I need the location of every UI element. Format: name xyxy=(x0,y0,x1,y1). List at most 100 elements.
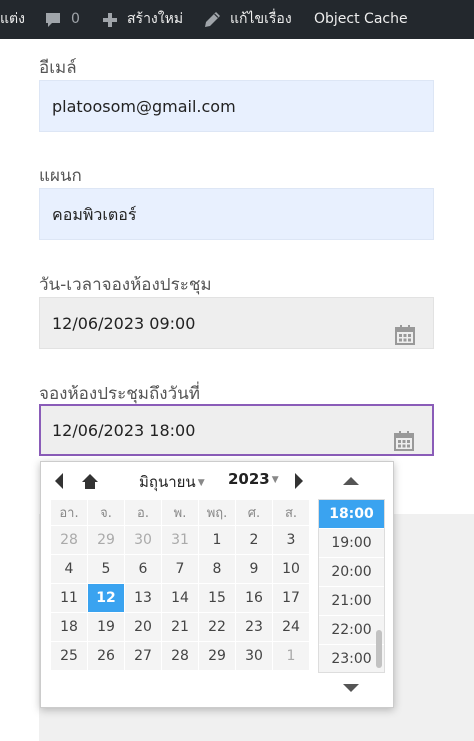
calendar-day[interactable]: 28 xyxy=(161,641,199,671)
calendar-day[interactable]: 30 xyxy=(235,641,273,671)
time-list[interactable]: 18:00 19:00 20:00 21:00 22:00 23:00 xyxy=(318,499,385,673)
calendar-day[interactable]: 19 xyxy=(87,612,125,642)
calendar-day[interactable]: 1 xyxy=(198,525,236,555)
calendar-day[interactable]: 7 xyxy=(161,554,199,584)
end-datetime-label: จองห้องประชุมถึงวันที่ xyxy=(39,384,200,404)
chevron-left-icon xyxy=(55,473,63,489)
calendar-day[interactable]: 24 xyxy=(272,612,310,642)
time-option[interactable]: 22:00 xyxy=(319,616,384,645)
new-content-menu[interactable]: สร้างใหม่ xyxy=(102,0,183,39)
time-scrollbar[interactable] xyxy=(376,630,382,668)
time-option[interactable]: 21:00 xyxy=(319,587,384,616)
calendar-day[interactable]: 26 xyxy=(87,641,125,671)
start-datetime-field[interactable]: 12/06/2023 09:00 xyxy=(39,297,434,349)
customize-menu[interactable]: แต่ง xyxy=(0,0,25,39)
department-value: คอมพิวเตอร์ xyxy=(52,205,137,224)
calendar-day-selected[interactable]: 12 xyxy=(87,583,125,613)
calendar-day[interactable]: 4 xyxy=(50,554,88,584)
calendar-day[interactable]: 2 xyxy=(235,525,273,555)
calendar-day[interactable]: 27 xyxy=(124,641,162,671)
time-option-selected[interactable]: 18:00 xyxy=(319,500,384,529)
edit-post-menu[interactable]: แก้ไขเรื่อง xyxy=(204,0,292,39)
calendar-day[interactable]: 22 xyxy=(198,612,236,642)
calendar-day[interactable]: 6 xyxy=(124,554,162,584)
weekday-header: พ. xyxy=(161,499,199,526)
calendar-day[interactable]: 15 xyxy=(198,583,236,613)
weekday-header: ส. xyxy=(272,499,310,526)
calendar-grid: อา. จ. อ. พ. พฤ. ศ. ส. 28 29 30 31 1 2 3… xyxy=(50,499,310,671)
weekday-header: อ. xyxy=(124,499,162,526)
start-datetime-value: 12/06/2023 09:00 xyxy=(52,314,196,333)
chevron-up-icon xyxy=(343,477,359,485)
time-option[interactable]: 19:00 xyxy=(319,529,384,558)
calendar-day[interactable]: 29 xyxy=(198,641,236,671)
end-datetime-field[interactable]: 12/06/2023 18:00 xyxy=(39,404,434,456)
pencil-icon xyxy=(204,11,221,28)
email-value: platoosom@gmail.com xyxy=(52,97,236,116)
year-label: 2023 xyxy=(228,470,270,488)
calendar-day[interactable]: 23 xyxy=(235,612,273,642)
weekday-header: อา. xyxy=(50,499,88,526)
calendar-day[interactable]: 29 xyxy=(87,525,125,555)
calendar-day[interactable]: 3 xyxy=(272,525,310,555)
edit-post-label: แก้ไขเรื่อง xyxy=(230,11,292,27)
email-field[interactable]: platoosom@gmail.com xyxy=(39,80,434,132)
weekday-header: ศ. xyxy=(235,499,273,526)
calendar-day[interactable]: 13 xyxy=(124,583,162,613)
calendar-day[interactable]: 30 xyxy=(124,525,162,555)
department-label: แผนก xyxy=(39,166,82,186)
weekday-header: พฤ. xyxy=(198,499,236,526)
plus-icon xyxy=(102,12,118,28)
week-row: 18 19 20 21 22 23 24 xyxy=(50,612,310,642)
comments-menu[interactable]: 0 xyxy=(44,0,80,39)
time-option[interactable]: 20:00 xyxy=(319,558,384,587)
weekday-header-row: อา. จ. อ. พ. พฤ. ศ. ส. xyxy=(50,499,310,526)
comments-count: 0 xyxy=(71,11,80,27)
chevron-down-icon xyxy=(343,684,359,692)
year-select[interactable]: 2023 ▼ xyxy=(228,470,279,488)
calendar-day[interactable]: 9 xyxy=(235,554,273,584)
week-row: 25 26 27 28 29 30 1 xyxy=(50,641,310,671)
calendar-day[interactable]: 1 xyxy=(272,641,310,671)
email-label: อีเมล์ xyxy=(39,58,77,78)
datetime-picker: มิถุนายน ▼ 2023 ▼ อา. จ. อ. พ. พฤ. ศ. ส. 2… xyxy=(40,461,394,708)
end-datetime-value: 12/06/2023 18:00 xyxy=(52,421,196,440)
calendar-day[interactable]: 10 xyxy=(272,554,310,584)
calendar-day[interactable]: 18 xyxy=(50,612,88,642)
object-cache-menu[interactable]: Object Cache xyxy=(314,0,408,39)
comment-icon xyxy=(44,11,62,29)
calendar-day[interactable]: 5 xyxy=(87,554,125,584)
calendar-day[interactable]: 17 xyxy=(272,583,310,613)
time-scroll-up-button[interactable] xyxy=(342,470,360,492)
calendar-day[interactable]: 14 xyxy=(161,583,199,613)
week-row: 28 29 30 31 1 2 3 xyxy=(50,525,310,555)
calendar-day[interactable]: 31 xyxy=(161,525,199,555)
caret-down-icon: ▼ xyxy=(271,474,279,485)
department-field[interactable]: คอมพิวเตอร์ xyxy=(39,188,434,240)
admin-bar: แต่ง 0 สร้างใหม่ แก้ไขเรื่อง Object Cach… xyxy=(0,0,474,39)
next-month-button[interactable] xyxy=(293,470,305,492)
calendar-day[interactable]: 28 xyxy=(50,525,88,555)
month-label: มิถุนายน xyxy=(139,473,196,491)
prev-month-button[interactable] xyxy=(53,470,65,492)
today-button[interactable] xyxy=(81,470,99,492)
home-icon xyxy=(82,474,98,489)
start-datetime-label: วัน-เวลาจองห้องประชุม xyxy=(39,275,212,295)
calendar-day[interactable]: 21 xyxy=(161,612,199,642)
calendar-day[interactable]: 8 xyxy=(198,554,236,584)
object-cache-label: Object Cache xyxy=(314,11,408,27)
calendar-day[interactable]: 16 xyxy=(235,583,273,613)
calendar-icon[interactable] xyxy=(394,421,414,451)
calendar-icon[interactable] xyxy=(395,314,415,345)
week-row: 11 12 13 14 15 16 17 xyxy=(50,583,310,613)
calendar-day[interactable]: 25 xyxy=(50,641,88,671)
month-select[interactable]: มิถุนายน ▼ xyxy=(139,470,205,494)
caret-down-icon: ▼ xyxy=(197,477,205,488)
calendar-day[interactable]: 20 xyxy=(124,612,162,642)
weekday-header: จ. xyxy=(87,499,125,526)
chevron-right-icon xyxy=(295,473,303,489)
customize-label: แต่ง xyxy=(0,11,25,27)
time-option[interactable]: 23:00 xyxy=(319,645,384,672)
time-scroll-down-button[interactable] xyxy=(342,677,360,699)
calendar-day[interactable]: 11 xyxy=(50,583,88,613)
